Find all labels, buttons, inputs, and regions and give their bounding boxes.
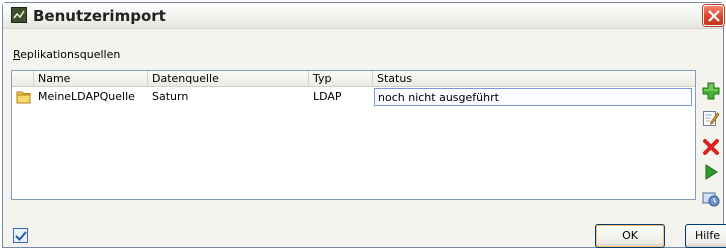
ok-button[interactable]: OK: [595, 224, 665, 248]
run-icon: [705, 164, 718, 180]
cell-source: Saturn: [152, 90, 189, 103]
close-button[interactable]: [703, 5, 724, 26]
cell-name: MeineLDAPQuelle: [38, 90, 135, 103]
column-header-icon[interactable]: [12, 71, 34, 87]
schedule-icon: [702, 192, 720, 207]
status-info-icon[interactable]: [12, 227, 30, 245]
help-button[interactable]: Hilfe: [685, 224, 726, 248]
replication-sources-table[interactable]: Name Datenquelle Typ Status MeineLDAPQue…: [11, 70, 696, 200]
run-source-button[interactable]: [701, 162, 721, 182]
edit-source-button[interactable]: [701, 108, 721, 128]
add-icon: [702, 82, 720, 100]
column-header-type[interactable]: Typ: [309, 71, 373, 87]
replication-sources-label: Replikationsquellen: [13, 48, 120, 61]
column-header-status[interactable]: Status: [373, 71, 695, 87]
dialog-window: Benutzerimport Replikationsquellen Name …: [2, 2, 726, 248]
delete-source-button[interactable]: [701, 137, 721, 157]
cell-status: noch nicht ausgeführt: [374, 88, 692, 106]
folder-icon: [16, 89, 32, 105]
column-header-source[interactable]: Datenquelle: [148, 71, 309, 87]
section-label-rest: eplikationsquellen: [20, 48, 121, 61]
title-bar[interactable]: Benutzerimport: [3, 3, 724, 29]
schedule-source-button[interactable]: [701, 189, 721, 209]
table-header: Name Datenquelle Typ Status: [12, 71, 695, 87]
app-icon: [11, 7, 27, 23]
cell-type: LDAP: [313, 90, 342, 103]
edit-icon: [703, 111, 720, 126]
add-source-button[interactable]: [701, 81, 721, 101]
close-icon: [708, 10, 720, 22]
delete-icon: [703, 139, 719, 155]
table-row[interactable]: MeineLDAPQuelle Saturn LDAP noch nicht a…: [12, 88, 695, 106]
column-header-name[interactable]: Name: [34, 71, 148, 87]
window-title: Benutzerimport: [33, 7, 166, 25]
